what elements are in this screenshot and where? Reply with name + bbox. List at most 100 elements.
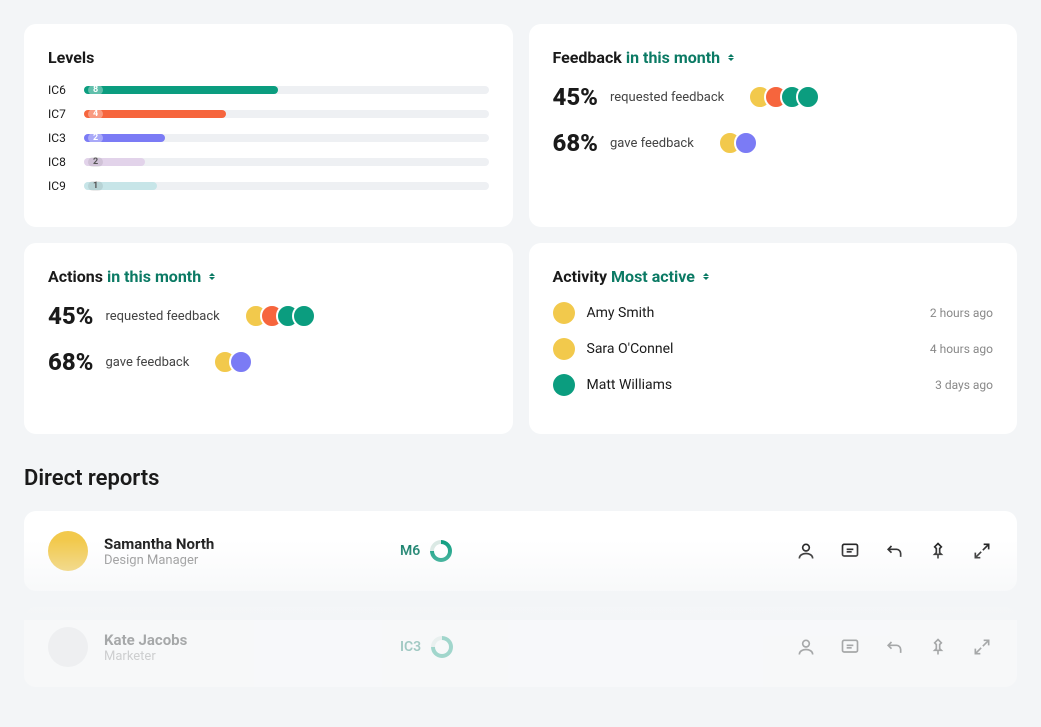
- report-level: M6: [400, 543, 420, 559]
- level-row: IC7 4: [48, 107, 489, 121]
- activity-item[interactable]: Sara O'Connel 4 hours ago: [553, 338, 994, 360]
- avatar[interactable]: [292, 304, 316, 328]
- level-bar-track: 1: [84, 182, 489, 190]
- stat-label: requested feedback: [105, 309, 219, 324]
- level-bar-track: 4: [84, 110, 489, 118]
- avatar: [553, 374, 575, 396]
- level-bar-fill: 4: [84, 110, 226, 118]
- level-bar-fill: 1: [84, 182, 157, 190]
- level-row: IC6 8: [48, 83, 489, 97]
- level-label: IC9: [48, 179, 74, 193]
- report-actions: [795, 540, 993, 562]
- activity-sort: Most active: [611, 267, 695, 286]
- report-info: Samantha North Design Manager: [104, 535, 384, 568]
- activity-time: 2 hours ago: [930, 306, 993, 320]
- level-badge: 8: [88, 85, 103, 95]
- level-label: IC6: [48, 83, 74, 97]
- avatar: [48, 627, 88, 667]
- level-bar-track: 8: [84, 86, 489, 94]
- report-level-area: IC3: [400, 636, 453, 658]
- activity-name: Amy Smith: [587, 305, 918, 321]
- activity-name: Sara O'Connel: [587, 341, 918, 357]
- stat-percentage: 45%: [48, 302, 93, 330]
- return-icon[interactable]: [883, 540, 905, 562]
- activity-time: 3 days ago: [935, 378, 993, 392]
- report-info: Kate Jacobs Marketer: [104, 631, 384, 664]
- feedback-card: Feedback in this month 45% requested fee…: [529, 24, 1018, 227]
- avatar[interactable]: [796, 85, 820, 109]
- level-bar-fill: 2: [84, 158, 145, 166]
- level-label: IC3: [48, 131, 74, 145]
- sort-icon[interactable]: [209, 273, 215, 280]
- stat-percentage: 45%: [553, 83, 598, 111]
- person-icon[interactable]: [795, 540, 817, 562]
- feedback-title-text: Feedback: [553, 48, 622, 67]
- feedback-period: in this month: [626, 48, 720, 67]
- return-icon[interactable]: [883, 636, 905, 658]
- level-badge: 2: [88, 157, 103, 167]
- report-name: Samantha North: [104, 535, 384, 553]
- level-label: IC7: [48, 107, 74, 121]
- person-icon[interactable]: [795, 636, 817, 658]
- report-name: Kate Jacobs: [104, 631, 384, 649]
- report-card[interactable]: Kate Jacobs Marketer IC3: [24, 607, 1017, 687]
- avatar[interactable]: [229, 350, 253, 374]
- stat-percentage: 68%: [48, 348, 93, 376]
- actions-title-text: Actions: [48, 267, 103, 286]
- avatar: [553, 302, 575, 324]
- pin-icon[interactable]: [927, 636, 949, 658]
- level-row: IC8 2: [48, 155, 489, 169]
- stat-row: 45% requested feedback: [553, 83, 994, 111]
- level-bar-fill: 8: [84, 86, 278, 94]
- level-badge: 2: [88, 133, 103, 143]
- avatar-stack: [748, 85, 820, 109]
- expand-icon[interactable]: [971, 636, 993, 658]
- level-badge: 4: [88, 109, 103, 119]
- comment-icon[interactable]: [839, 540, 861, 562]
- expand-icon[interactable]: [971, 540, 993, 562]
- activity-card: Activity Most active Amy Smith 2 hours a…: [529, 243, 1018, 434]
- level-bar-track: 2: [84, 134, 489, 142]
- pin-icon[interactable]: [927, 540, 949, 562]
- activity-name: Matt Williams: [587, 377, 924, 393]
- stat-row: 68% gave feedback: [553, 129, 994, 157]
- level-label: IC8: [48, 155, 74, 169]
- avatar-stack: [213, 350, 253, 374]
- actions-card: Actions in this month 45% requested feed…: [24, 243, 513, 434]
- report-level-area: M6: [400, 540, 452, 562]
- avatar-stack: [244, 304, 316, 328]
- stat-percentage: 68%: [553, 129, 598, 157]
- level-bar-track: 2: [84, 158, 489, 166]
- avatar: [48, 531, 88, 571]
- sort-icon[interactable]: [703, 273, 709, 280]
- avatar[interactable]: [734, 131, 758, 155]
- report-level: IC3: [400, 639, 421, 655]
- activity-item[interactable]: Amy Smith 2 hours ago: [553, 302, 994, 324]
- report-role: Marketer: [104, 649, 384, 664]
- actions-title[interactable]: Actions in this month: [48, 267, 489, 286]
- progress-donut: [430, 540, 452, 562]
- actions-period: in this month: [107, 267, 201, 286]
- report-card[interactable]: Samantha North Design Manager M6: [24, 511, 1017, 591]
- sort-icon[interactable]: [728, 54, 734, 61]
- stat-label: requested feedback: [610, 90, 724, 105]
- level-badge: 1: [88, 181, 103, 191]
- activity-item[interactable]: Matt Williams 3 days ago: [553, 374, 994, 396]
- progress-donut: [431, 636, 453, 658]
- report-actions: [795, 636, 993, 658]
- feedback-title[interactable]: Feedback in this month: [553, 48, 994, 67]
- stat-label: gave feedback: [610, 136, 694, 151]
- stat-row: 45% requested feedback: [48, 302, 489, 330]
- report-role: Design Manager: [104, 553, 384, 568]
- comment-icon[interactable]: [839, 636, 861, 658]
- activity-time: 4 hours ago: [930, 342, 993, 356]
- level-row: IC9 1: [48, 179, 489, 193]
- activity-title-text: Activity: [553, 267, 608, 286]
- activity-title[interactable]: Activity Most active: [553, 267, 994, 286]
- levels-card: Levels IC6 8 IC7 4 IC3 2 IC8 2 IC9: [24, 24, 513, 227]
- avatar-stack: [718, 131, 758, 155]
- stat-label: gave feedback: [105, 355, 189, 370]
- direct-reports-title: Direct reports: [24, 466, 1017, 491]
- levels-title: Levels: [48, 48, 489, 67]
- level-bar-fill: 2: [84, 134, 165, 142]
